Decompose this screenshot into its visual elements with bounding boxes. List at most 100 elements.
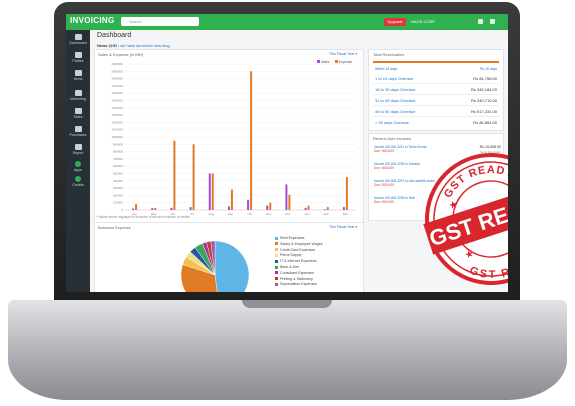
receivable-label: Within 15 days (375, 67, 398, 71)
y-tick-label: 1400000 (111, 106, 123, 110)
legend-swatch (275, 248, 278, 252)
y-tick-label: 300000 (113, 186, 123, 190)
sidebar-item-label: Marketing (70, 97, 86, 101)
sidebar-item-label: Apps (73, 168, 83, 172)
y-tick-label: 900000 (113, 142, 123, 146)
receivable-label: 31 to 45 days Overdue (375, 98, 416, 103)
pie-slice (214, 240, 250, 292)
y-tick-label: 1900000 (111, 69, 123, 73)
sidebar: Dashboard Parties Items Marketing Sales … (66, 30, 90, 292)
y-tick-label: 700000 (113, 157, 123, 161)
receivable-amount: Rs 517,431.00 (470, 109, 497, 114)
search-input[interactable]: Search (121, 17, 199, 26)
y-tick-label: 1700000 (111, 84, 123, 88)
business-expense-chart (180, 240, 250, 292)
receivable-row[interactable]: > 90 days Overdue Rs 86,854.00 (375, 120, 497, 125)
legend-label: IT & Internet Expenses (280, 259, 317, 264)
sidebar-item-label: Report (72, 151, 84, 155)
legend-swatch (275, 271, 278, 275)
receivable-row[interactable]: 46 to 90 days Overdue Rs 517,431.00 (375, 109, 497, 114)
panel-title: Total Receivables (373, 52, 405, 57)
sidebar-item-marketing[interactable]: Marketing (66, 90, 90, 101)
receivables-bar (373, 61, 499, 63)
sidebar-item-dashboard[interactable]: Dashboard (66, 34, 90, 45)
purchases-icon (74, 126, 82, 132)
sales-expense-chart: 2000000190000018000001700000160000015000… (111, 60, 355, 216)
bar-expense (173, 140, 176, 210)
bar-expense (192, 144, 195, 210)
sidebar-item-label: Parties (72, 59, 84, 63)
sidebar-item-parties[interactable]: Parties (66, 52, 90, 63)
notification-icon[interactable] (478, 19, 483, 24)
sidebar-item-credits[interactable]: Credits (66, 176, 90, 187)
receivable-amount: Rs 240,710.00 (470, 98, 497, 103)
receivable-row[interactable]: 16 to 30 days Overdue Rs 345,184.00 (375, 87, 497, 92)
bar-sales (227, 206, 230, 210)
bar-expense (269, 202, 272, 210)
y-tick-label: 1000000 (111, 135, 123, 139)
app-logo[interactable]: INVOICING (70, 16, 114, 25)
legend-swatch (275, 277, 278, 281)
y-tick-label: 1800000 (111, 77, 123, 81)
legend-item: Credit Card Expenses (275, 248, 315, 252)
gst-ready-stamp: GST READY GST READY GST READY ★ ★ ★ ★ (423, 153, 508, 289)
divider (373, 94, 499, 95)
receivable-label: 16 to 30 days Overdue (375, 87, 416, 92)
sidebar-item-label: Credits (72, 183, 84, 187)
legend-item: Salary & Employee Wages (275, 242, 323, 246)
bar-expense (154, 207, 157, 210)
upgrade-button[interactable]: Upgrade (384, 18, 406, 26)
laptop-base (8, 300, 567, 400)
receivable-row[interactable]: 31 to 45 days Overdue Rs 240,710.00 (375, 98, 497, 103)
receivables-panel: Total Receivables Within 15 days Rs 15 d… (368, 49, 504, 131)
legend-label: Sales (321, 60, 330, 64)
y-tick-label: 1600000 (111, 91, 123, 95)
legend-item: Depreciation Expenses (275, 282, 317, 286)
legend-label: Petrol Supply (280, 253, 302, 258)
y-tick-label: 400000 (113, 179, 123, 183)
receivable-label: > 90 days Overdue (375, 120, 409, 125)
receivable-row[interactable]: Within 15 days Rs 15 days (375, 67, 497, 71)
sidebar-item-items[interactable]: Items (66, 70, 90, 81)
y-tick-label: 600000 (113, 164, 123, 168)
company-menu[interactable]: NAGS CORP (411, 18, 435, 26)
laptop-notch (242, 300, 332, 308)
sidebar-item-purchases[interactable]: Purchases (66, 126, 90, 137)
bar-sales (266, 205, 269, 210)
legend-item: Petrol Supply (275, 253, 301, 257)
bar-sales (189, 207, 192, 210)
news-link[interactable]: we have launched new blog (120, 43, 169, 48)
chart-footnote: * Values above displayed is inclusive of… (96, 215, 190, 219)
receivable-row[interactable]: 1 to 15 days Overdue Rs 84,758.00 (375, 76, 497, 81)
legend-label: Credit Card Expenses (280, 247, 316, 252)
receivable-amount: Rs 15 days (480, 67, 497, 71)
receivable-label: 46 to 90 days Overdue (375, 109, 416, 114)
sidebar-item-label: Purchases (69, 133, 87, 137)
legend-item: Printing & Stationery (275, 277, 313, 281)
x-tick-label: Feb (324, 212, 330, 216)
bar-expense (230, 189, 233, 210)
legend-label: Expense (339, 60, 352, 64)
receivable-label: 1 to 15 days Overdue (375, 76, 414, 81)
x-tick-label: Nov (266, 212, 272, 216)
sidebar-item-apps[interactable]: Apps (66, 161, 90, 172)
legend-swatch (317, 60, 320, 63)
y-tick-label: 800000 (113, 150, 123, 154)
legend-swatch (275, 265, 278, 269)
settings-icon[interactable] (490, 19, 495, 24)
sidebar-item-report[interactable]: Report (66, 144, 90, 155)
sidebar-item-sales[interactable]: Sales (66, 108, 90, 119)
bar-sales (151, 208, 154, 210)
sales-icon (74, 108, 82, 114)
legend-item: Consultant Expenses (275, 271, 314, 275)
page-title: Dashboard (97, 32, 132, 39)
legend-swatch (275, 282, 278, 286)
divider (373, 83, 499, 84)
x-tick-label: Sep (228, 212, 234, 216)
legend-label: Salary & Employee Wages (280, 241, 323, 246)
bar-expense (326, 207, 329, 210)
news-bar: News @GI : we have launched new blog (97, 43, 170, 48)
sales-expense-panel: Sales & Expense (in INR) This Fiscal Yea… (94, 49, 364, 223)
panel-title: Recent User Invoices (373, 136, 412, 141)
bar-expense (211, 173, 214, 210)
